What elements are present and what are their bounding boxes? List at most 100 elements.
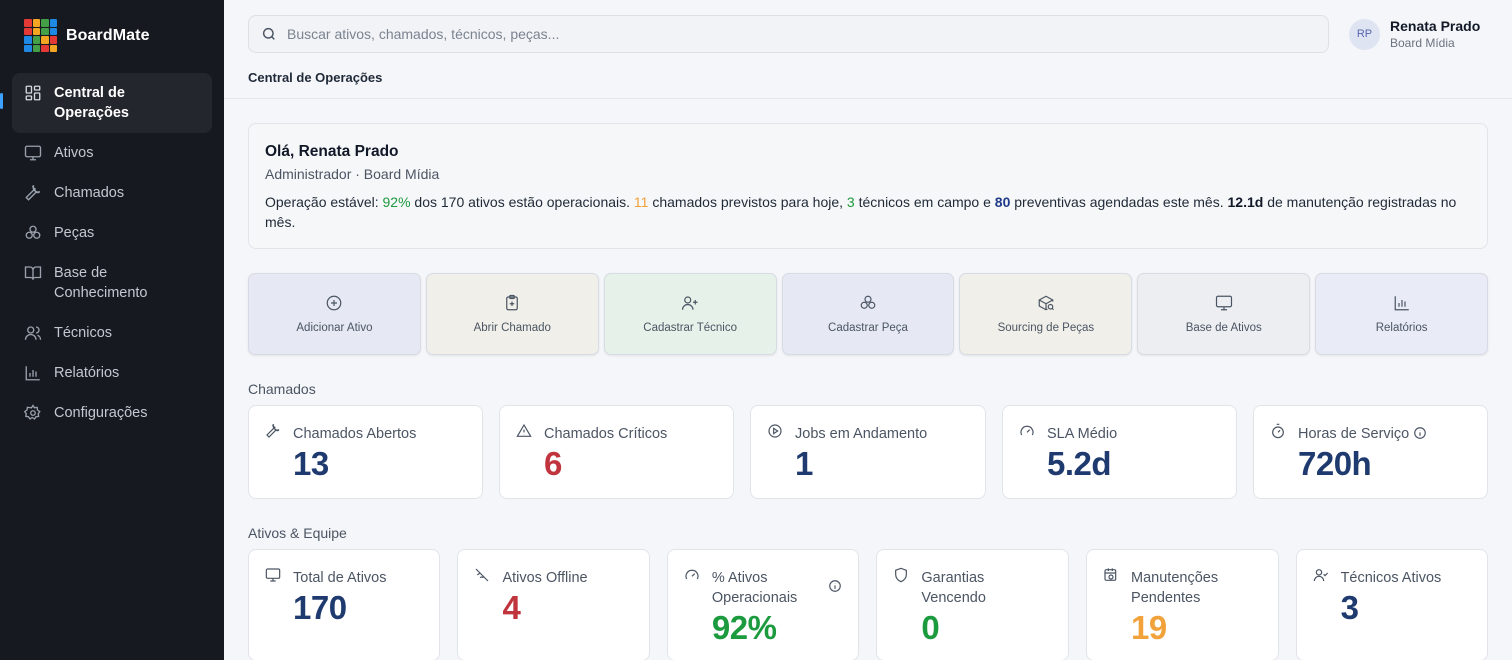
metric-label: SLA Médio	[1047, 426, 1118, 442]
metric-card-sla-medio[interactable]: SLA Médio 5.2d	[1002, 405, 1237, 499]
sidebar-item-label: Configurações	[54, 405, 148, 421]
plus-circle-icon	[327, 295, 342, 311]
metric-label: Horas de Serviço	[1298, 424, 1471, 444]
summary-maintenance: 12.1d	[1227, 194, 1264, 210]
metric-card-ativos-offline[interactable]: Ativos Offline 4	[457, 549, 650, 660]
logo-tile	[49, 27, 57, 35]
info-icon[interactable]	[1413, 426, 1427, 440]
metric-value: 0	[921, 609, 940, 646]
action-label: Cadastrar Técnico	[643, 322, 738, 334]
metric-label: Técnicos Ativos	[1340, 570, 1442, 586]
metric-value: 4	[502, 589, 521, 626]
alert-triangle-icon	[516, 423, 532, 437]
search-input[interactable]	[287, 26, 1287, 42]
gauge-icon	[1020, 425, 1034, 436]
metric-card-pct-ativos-operacionais[interactable]: % Ativos Operacionais 92%	[666, 549, 860, 660]
open-ticket-button[interactable]: Abrir Chamado	[425, 273, 599, 355]
quick-actions: Adicionar Ativo Abrir Chamado Cadastrar …	[248, 273, 1489, 355]
timer-icon	[1272, 423, 1284, 439]
metric-card-tecnicos-ativos[interactable]: Técnicos Ativos 3	[1295, 549, 1488, 660]
reports-button[interactable]: Relatórios	[1315, 273, 1489, 355]
sidebar-item-ativos[interactable]: Ativos	[12, 133, 212, 173]
brand-logo-icon	[24, 19, 57, 52]
search-icon	[262, 27, 275, 40]
logo-tile	[32, 36, 40, 44]
brand[interactable]: BoardMate	[24, 19, 150, 52]
section-title-chamados: Chamados	[248, 381, 316, 397]
sidebar-item-central-de-operacoes[interactable]: Central de Operações	[0, 73, 212, 133]
user-check-icon	[1313, 569, 1328, 582]
logo-tile	[32, 27, 40, 35]
metric-card-horas-de-servico[interactable]: Horas de Serviço 720h	[1253, 405, 1488, 499]
metric-label: Manutenções Pendentes	[1131, 570, 1219, 606]
user-name: Renata Prado	[1390, 18, 1481, 34]
metric-card-chamados-criticos[interactable]: Chamados Críticos 6	[499, 405, 734, 499]
sidebar-item-label: Central de Operações	[54, 85, 129, 121]
sidebar-item-relatorios[interactable]: Relatórios	[12, 353, 212, 393]
logo-tile	[41, 36, 49, 44]
avatar[interactable]: RP	[1349, 18, 1380, 50]
calendar-clock-icon	[1104, 568, 1117, 581]
metric-card-manutencoes-pendentes[interactable]: Manutenções Pendentes 19	[1086, 549, 1279, 660]
metric-card-total-de-ativos[interactable]: Total de Ativos 170	[248, 549, 441, 660]
asset-base-button[interactable]: Base de Ativos	[1137, 273, 1311, 355]
logo-tile	[32, 44, 40, 52]
sidebar-item-label: Peças	[54, 225, 95, 241]
metric-label-text: Horas de Serviço	[1298, 426, 1410, 442]
metric-card-garantias-vencendo[interactable]: Garantias Vencendo 0	[876, 549, 1070, 660]
metric-value: 720h	[1298, 445, 1372, 482]
sidebar: BoardMate Central de Operações Ativos Ch…	[0, 0, 224, 660]
logo-tile	[24, 27, 32, 35]
logo-tile	[49, 19, 57, 27]
metric-label: Ativos Offline	[502, 570, 588, 586]
logo-tile	[24, 19, 32, 27]
logo-tile	[49, 44, 57, 52]
action-label: Adicionar Ativo	[296, 322, 373, 334]
book-icon	[24, 266, 42, 280]
sidebar-item-base-de-conhecimento[interactable]: Base de Conhecimento	[12, 253, 212, 313]
wrench-icon	[25, 185, 41, 201]
metric-value: 170	[293, 589, 347, 626]
info-icon[interactable]	[828, 579, 842, 593]
metric-value: 1	[795, 445, 813, 482]
welcome-card: Olá, Renata Prado Administrador · Board …	[248, 123, 1488, 249]
summary-techs-field: 3	[846, 194, 855, 210]
bar-chart-icon	[1394, 296, 1409, 311]
sidebar-item-configuracoes[interactable]: Configurações	[12, 393, 212, 433]
metric-value: 5.2d	[1047, 445, 1112, 482]
clipboard-plus-icon	[506, 294, 519, 311]
sidebar-item-pecas[interactable]: Peças	[12, 213, 212, 253]
metric-value: 19	[1131, 609, 1167, 646]
logo-tile	[41, 44, 49, 52]
metric-card-chamados-abertos[interactable]: Chamados Abertos 13	[248, 405, 483, 499]
metric-label: % Ativos Operacionais	[711, 570, 798, 606]
operation-summary: Operação estável: 92% dos 170 ativos est…	[265, 192, 1471, 232]
package-search-icon	[1038, 295, 1054, 311]
add-technician-button[interactable]: Cadastrar Técnico	[603, 273, 777, 355]
add-asset-button[interactable]: Adicionar Ativo	[248, 273, 421, 355]
action-label: Relatórios	[1375, 322, 1428, 334]
user-plus-icon	[682, 296, 698, 310]
shield-icon	[895, 567, 908, 583]
wrench-icon	[266, 423, 280, 438]
search-bar[interactable]	[248, 15, 1329, 53]
user-menu[interactable]: RP Renata Prado Board Mídia	[1349, 18, 1480, 50]
monitor-icon	[265, 568, 281, 582]
metric-value: 6	[544, 445, 562, 482]
add-part-button[interactable]: Cadastrar Peça	[781, 273, 955, 355]
sidebar-item-chamados[interactable]: Chamados	[12, 173, 212, 213]
parts-sourcing-button[interactable]: Sourcing de Peças	[959, 273, 1133, 355]
sidebar-item-tecnicos[interactable]: Técnicos	[12, 313, 212, 353]
action-label: Cadastrar Peça	[828, 322, 908, 334]
sidebar-item-label: Técnicos	[54, 325, 113, 341]
metric-label: Jobs em Andamento	[795, 426, 928, 442]
brand-name: BoardMate	[66, 26, 150, 44]
sidebar-item-label: Base de Conhecimento	[54, 265, 148, 301]
metric-card-jobs-em-andamento[interactable]: Jobs em Andamento 1	[750, 405, 986, 499]
action-label: Abrir Chamado	[473, 322, 551, 334]
metric-label: Garantias Vencendo	[921, 570, 986, 606]
summary-text: técnicos em campo e	[854, 194, 995, 210]
metric-value: 92%	[711, 609, 777, 646]
summary-text: dos 170 ativos estão operacionais.	[410, 194, 634, 210]
metric-label: Total de Ativos	[293, 570, 387, 586]
